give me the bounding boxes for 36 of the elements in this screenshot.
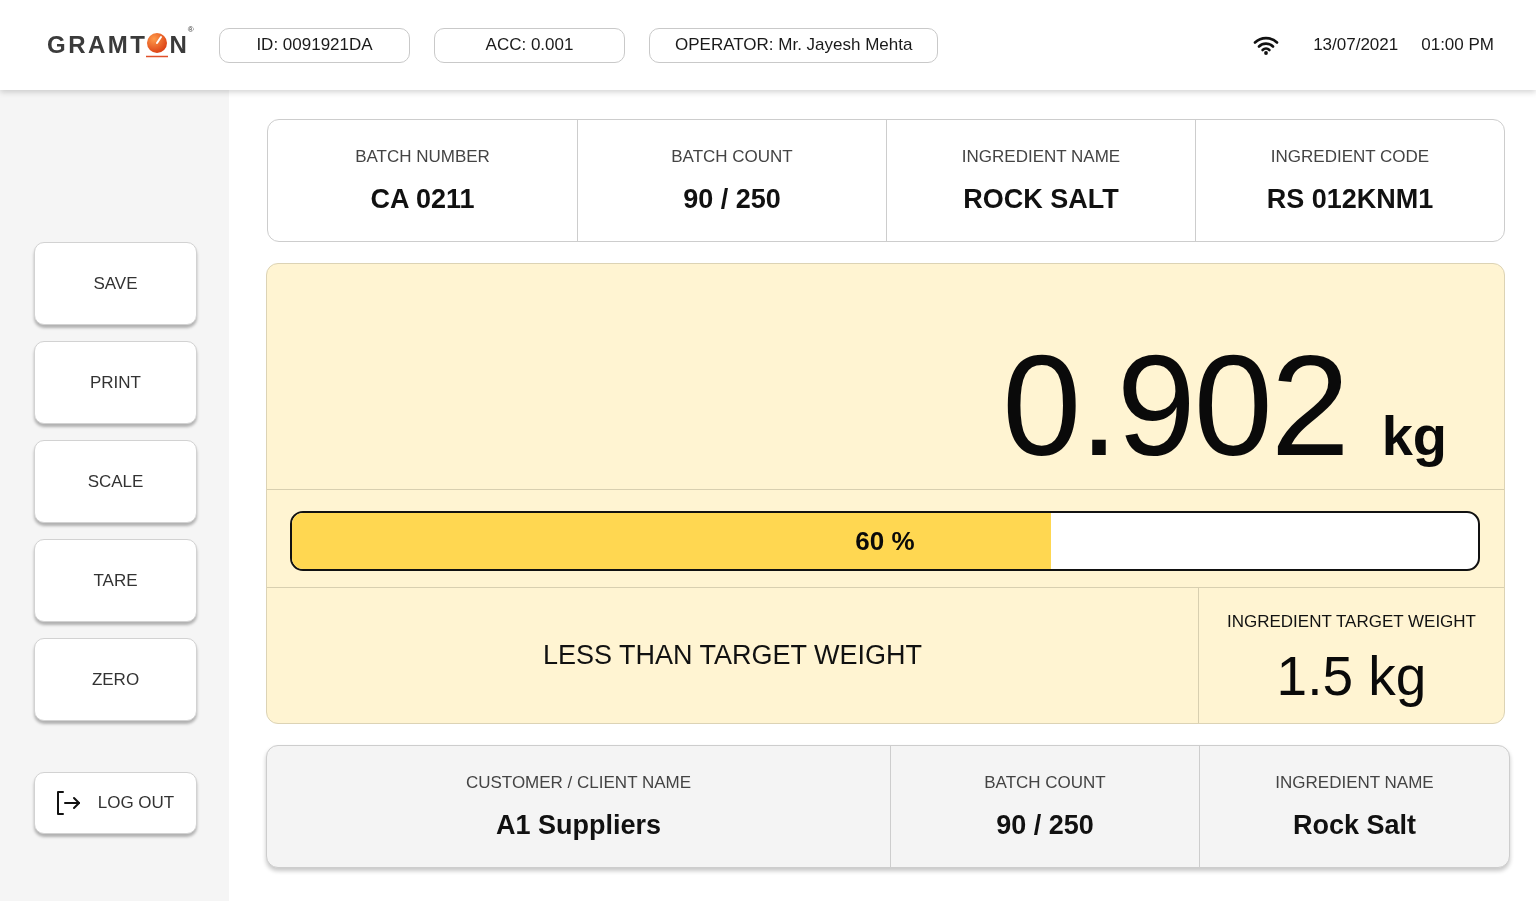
registered-mark: ® xyxy=(187,26,194,34)
field-value: ROCK SALT xyxy=(963,184,1119,214)
info-chip: ID: 0091921DA xyxy=(219,27,410,63)
field-label: BATCH COUNT xyxy=(984,773,1106,793)
ball-icon xyxy=(146,32,169,58)
logout-icon xyxy=(54,790,81,816)
field-value: Rock Salt xyxy=(1292,810,1416,840)
info-chip: OPERATOR: Mr. Jayesh Mehta xyxy=(649,27,939,63)
field-value: 90 / 250 xyxy=(683,184,781,214)
sidebar-button[interactable]: ZERO xyxy=(34,638,197,721)
sidebar-button[interactable]: PRINT xyxy=(34,341,197,424)
logo-text: GRAMT xyxy=(47,33,148,57)
field-value: A1 Suppliers xyxy=(495,810,661,840)
sidebar-button[interactable]: TARE xyxy=(34,539,197,622)
field-label: INGREDIENT NAME xyxy=(961,147,1121,167)
target-value: 1.5 kg xyxy=(1276,646,1427,706)
logo-text: N xyxy=(169,33,187,57)
wifi-icon xyxy=(1253,35,1280,55)
field-label: CUSTOMER / CLIENT NAME xyxy=(465,773,692,793)
field-label: INGREDIENT CODE xyxy=(1270,147,1430,167)
logout-button[interactable]: LOG OUT xyxy=(34,772,197,834)
sidebar-button[interactable]: SCALE xyxy=(34,440,197,523)
date-text: 13/07/2021 xyxy=(1313,35,1399,55)
time-text: 01:00 PM xyxy=(1421,35,1494,55)
field-label: INGREDIENT NAME xyxy=(1275,773,1434,793)
status-message: LESS THAN TARGET WEIGHT xyxy=(542,640,923,671)
sidebar-button[interactable]: SAVE xyxy=(34,242,197,325)
field-label: BATCH NUMBER xyxy=(355,147,490,167)
field-value: CA 0211 xyxy=(370,184,475,214)
info-chip: ACC: 0.001 xyxy=(434,27,625,63)
field-label: BATCH COUNT xyxy=(671,147,793,167)
weight-reading: 0.902 xyxy=(1002,335,1348,477)
progress-label: 60 % xyxy=(855,525,915,557)
field-value: RS 012KNM1 xyxy=(1266,184,1434,214)
target-label: INGREDIENT TARGET WEIGHT xyxy=(1226,612,1476,632)
field-value: 90 / 250 xyxy=(996,810,1094,840)
